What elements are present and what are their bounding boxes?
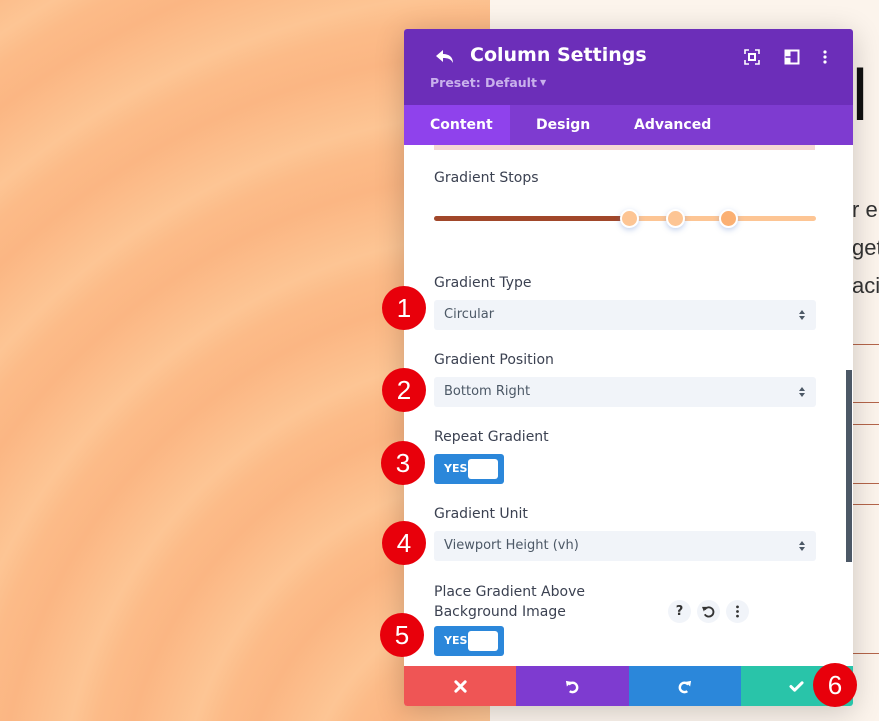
page-divider [852, 504, 879, 505]
toggle-state-label: YES [444, 462, 468, 475]
repeat-gradient-toggle[interactable]: YES [434, 454, 504, 484]
page-heading-fragment: l [852, 56, 874, 136]
reset-icon[interactable] [697, 600, 720, 623]
more-options-icon[interactable] [817, 49, 833, 65]
gradient-unit-label: Gradient Unit [434, 506, 528, 522]
redo-button[interactable] [628, 666, 741, 706]
gradient-stop-handle[interactable] [665, 209, 685, 228]
preset-dropdown[interactable]: Preset: Default ▼ [430, 75, 546, 90]
toggle-knob [468, 631, 498, 651]
gradient-position-label: Gradient Position [434, 352, 554, 368]
select-arrows-icon [799, 387, 805, 397]
label-line: Place Gradient Above [434, 584, 585, 600]
more-icon[interactable] [726, 600, 749, 623]
undo-icon [565, 680, 579, 693]
tab-design[interactable]: Design [510, 105, 608, 145]
repeat-gradient-label: Repeat Gradient [434, 429, 549, 445]
column-settings-modal: Column Settings Preset: Default ▼ Content… [404, 29, 853, 706]
page-divider [852, 424, 879, 425]
toggle-state-label: YES [444, 634, 468, 647]
slider-track-filled [434, 216, 629, 221]
gradient-unit-value: Viewport Height (vh) [444, 538, 579, 553]
gradient-stop-handle[interactable] [619, 209, 639, 228]
gradient-stop-handle[interactable] [719, 209, 739, 228]
sidebar-layout-icon[interactable] [784, 49, 800, 65]
page-divider [852, 402, 879, 403]
place-gradient-above-label: Place Gradient Above Background Image [434, 582, 585, 622]
help-icon[interactable]: ? [668, 600, 691, 623]
modal-footer [404, 666, 853, 706]
settings-tabs: Content Design Advanced [404, 105, 853, 145]
select-arrows-icon [799, 541, 805, 551]
caret-down-icon: ▼ [539, 78, 547, 87]
cancel-button[interactable] [404, 666, 517, 706]
settings-content: Gradient Stops Gradient Type Circular Gr… [404, 150, 853, 666]
step-badge: 1 [382, 286, 426, 330]
page-divider [852, 483, 879, 484]
gradient-type-select[interactable]: Circular [434, 300, 816, 330]
settings-scrollbar[interactable] [846, 370, 852, 562]
gradient-unit-select[interactable]: Viewport Height (vh) [434, 531, 816, 561]
step-badge: 5 [380, 613, 424, 657]
redo-icon [678, 680, 692, 693]
label-line: Background Image [434, 604, 566, 620]
preset-label: Preset: Default [430, 75, 537, 90]
close-icon [453, 679, 467, 693]
place-gradient-above-toggle[interactable]: YES [434, 626, 504, 656]
back-icon[interactable] [434, 47, 456, 67]
page-text-line: get [852, 235, 879, 260]
undo-button[interactable] [516, 666, 629, 706]
gradient-stops-slider[interactable] [434, 209, 816, 228]
modal-title: Column Settings [470, 44, 647, 66]
gradient-type-value: Circular [444, 307, 495, 322]
page-text-line: aci [852, 273, 879, 298]
select-arrows-icon [799, 310, 805, 320]
fullscreen-icon[interactable] [744, 49, 760, 65]
page-text-line: r e [852, 197, 878, 222]
page-divider [852, 344, 879, 345]
field-actions: ? [668, 600, 749, 623]
page-divider [852, 653, 879, 654]
tab-advanced[interactable]: Advanced [608, 105, 737, 145]
modal-header: Column Settings Preset: Default ▼ [404, 29, 853, 105]
step-badge: 6 [813, 663, 857, 707]
step-badge: 4 [382, 521, 426, 565]
step-badge: 3 [381, 441, 425, 485]
step-badge: 2 [382, 368, 426, 412]
gradient-position-value: Bottom Right [444, 384, 531, 399]
gradient-type-label: Gradient Type [434, 275, 532, 291]
toggle-knob [468, 459, 498, 479]
check-icon [789, 680, 804, 692]
gradient-position-select[interactable]: Bottom Right [434, 377, 816, 407]
tab-content[interactable]: Content [404, 105, 510, 145]
gradient-stops-label: Gradient Stops [434, 170, 539, 186]
